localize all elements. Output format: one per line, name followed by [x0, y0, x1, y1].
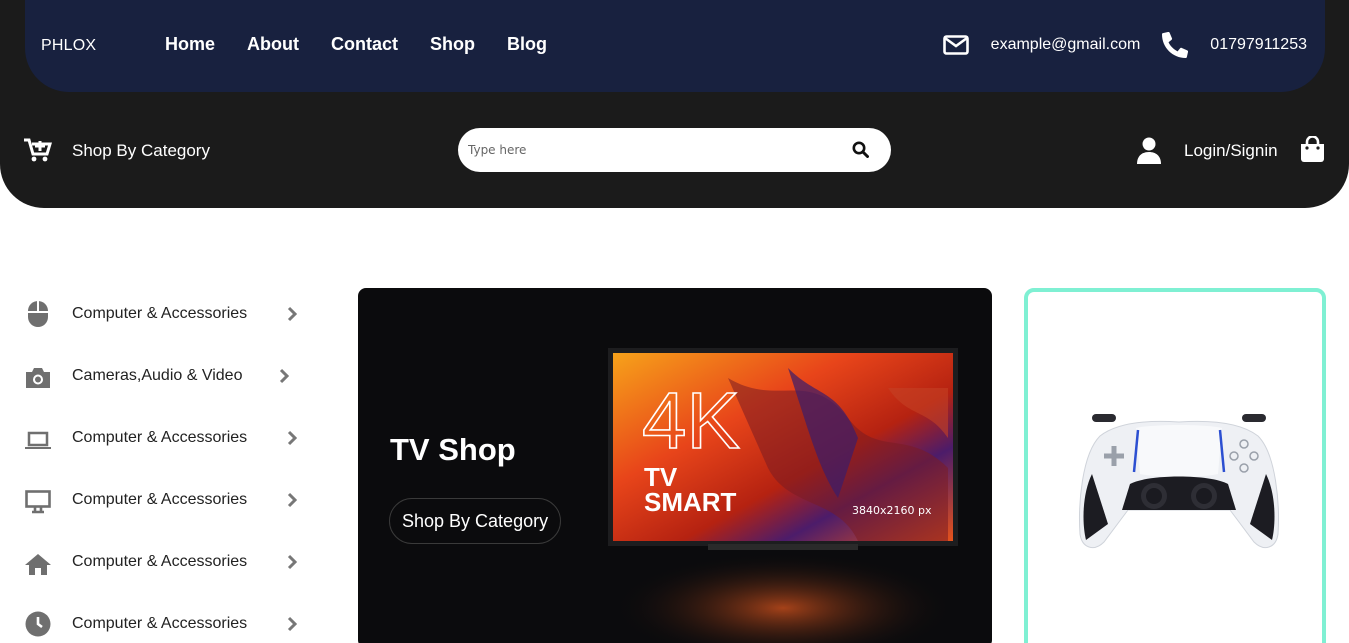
header: PHLOX Home About Contact Shop Blog examp…	[0, 0, 1349, 208]
mouse-icon	[24, 300, 52, 328]
home-icon	[24, 550, 52, 578]
tv-text-line2: SMART	[644, 487, 737, 517]
contact-phone[interactable]: 01797911253	[1210, 36, 1307, 54]
category-label: Computer & Accessories	[72, 615, 248, 632]
chevron-right-icon	[287, 306, 298, 327]
cart-plus-icon[interactable]	[24, 138, 53, 167]
camera-icon	[24, 364, 52, 392]
brand-logo[interactable]: PHLOX	[41, 37, 96, 55]
clock-icon	[24, 610, 52, 638]
category-label: Computer & Accessories	[72, 429, 248, 446]
chevron-right-icon	[287, 554, 298, 575]
phone-icon	[1162, 32, 1189, 58]
category-label: Computer & Accessories	[72, 491, 248, 508]
hero-banner: 4K TV SMART 3840x2160 px TV Shop Shop By…	[358, 288, 992, 643]
nav-home[interactable]: Home	[165, 34, 215, 55]
tv-resolution-text: 3840x2160 px	[852, 504, 932, 517]
category-item[interactable]: Computer & Accessories	[24, 538, 324, 600]
chevron-right-icon	[287, 616, 298, 637]
laptop-icon	[24, 427, 52, 455]
shop-by-category-link[interactable]: Shop By Category	[72, 141, 210, 161]
tv-image: 4K TV SMART 3840x2160 px	[608, 348, 958, 643]
login-link[interactable]: Login/Signin	[1184, 141, 1278, 161]
tv-4k-text: 4K	[642, 376, 740, 465]
chevron-right-icon	[287, 430, 298, 451]
search-input[interactable]	[468, 138, 828, 162]
hero-title: TV Shop	[390, 432, 516, 467]
category-item[interactable]: Computer & Accessories	[24, 290, 324, 352]
category-item[interactable]: Computer & Accessories	[24, 600, 324, 643]
main-nav: Home About Contact Shop Blog	[165, 34, 547, 55]
category-item[interactable]: Computer & Accessories	[24, 414, 324, 476]
shop-by-category-button[interactable]: Shop By Category	[389, 498, 562, 544]
nav-shop[interactable]: Shop	[430, 34, 475, 55]
category-label: Computer & Accessories	[72, 305, 248, 322]
shopping-bag-icon[interactable]	[1300, 135, 1325, 168]
nav-blog[interactable]: Blog	[507, 34, 547, 55]
sub-header: Shop By Category Login/Signin	[0, 108, 1349, 192]
search-icon[interactable]	[852, 141, 869, 163]
nav-about[interactable]: About	[247, 34, 299, 55]
envelope-icon	[942, 35, 969, 55]
product-card[interactable]	[1024, 288, 1326, 643]
search-bar	[458, 128, 891, 172]
category-sidebar: Computer & Accessories Cameras,Audio & V…	[24, 290, 324, 643]
desktop-icon	[24, 488, 52, 516]
game-controller-image	[1079, 414, 1279, 549]
category-label: Computer & Accessories	[72, 553, 248, 570]
chevron-right-icon	[279, 368, 290, 389]
category-label: Cameras,Audio & Video	[72, 367, 243, 384]
top-navbar: PHLOX Home About Contact Shop Blog examp…	[25, 0, 1325, 92]
nav-contact[interactable]: Contact	[331, 34, 398, 55]
category-item[interactable]: Computer & Accessories	[24, 476, 324, 538]
contact-info: example@gmail.com 01797911253	[942, 32, 1307, 58]
contact-email[interactable]: example@gmail.com	[991, 36, 1141, 54]
user-icon[interactable]	[1137, 137, 1161, 169]
chevron-right-icon	[287, 492, 298, 513]
category-item[interactable]: Cameras,Audio & Video	[24, 352, 324, 414]
